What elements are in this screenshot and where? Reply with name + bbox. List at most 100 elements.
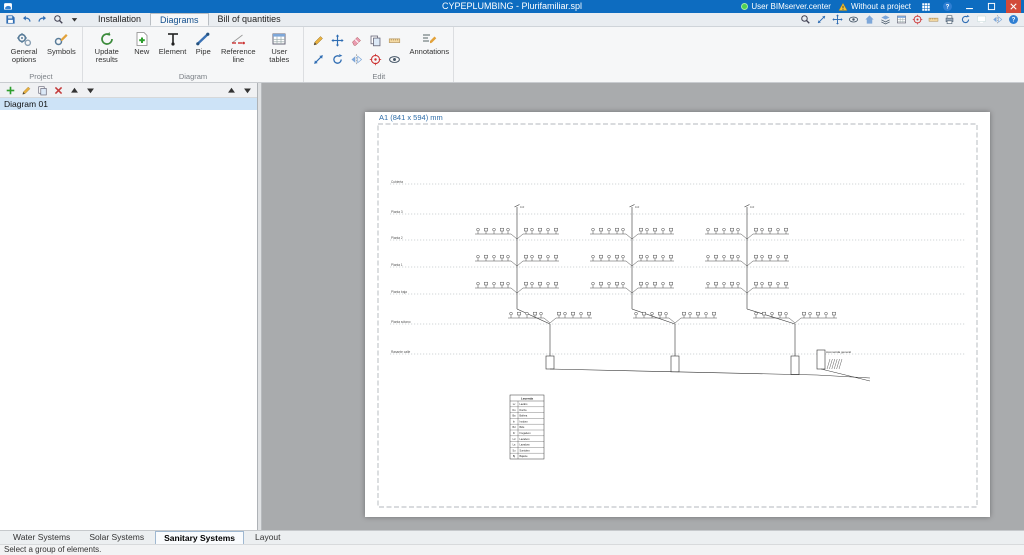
pan-icon [832,14,843,25]
svg-text:Acometida general: Acometida general [826,350,851,354]
svg-text:110: 110 [520,205,525,209]
stretch-tool-button[interactable] [310,51,327,68]
svg-text:Ducha: Ducha [520,409,528,412]
rotate-icon [331,53,344,66]
zoom-extents-button[interactable] [814,14,828,26]
project-warning-label: Without a project [851,2,911,11]
delete-diagram-button[interactable] [51,84,65,96]
project-warning-button[interactable]: Without a project [838,2,911,12]
reference-line-button[interactable]: Reference line [218,29,258,64]
delete-tool-button[interactable] [348,32,365,49]
monitor-icon [976,14,987,25]
zoom-button[interactable] [51,14,65,26]
zoom-tool-button[interactable] [798,14,812,26]
list-item-diagram-01[interactable]: Diagram 01 [0,98,257,110]
redo-icon [37,14,48,25]
undo-button[interactable] [19,14,33,26]
status-bar: Select a group of elements. [0,544,1024,555]
visibility-button[interactable] [846,14,860,26]
home-view-button[interactable] [862,14,876,26]
printer-icon [944,14,955,25]
move-tool-button[interactable] [329,32,346,49]
minimize-button[interactable] [962,0,977,13]
mirror-tool-button[interactable] [348,51,365,68]
add-diagram-button[interactable] [3,84,17,96]
move-up-button[interactable] [67,84,81,96]
grid-icon [896,14,907,25]
tab-layout[interactable]: Layout [247,531,289,544]
arrow-up-icon [226,85,237,96]
symbols-button[interactable]: Symbols [45,29,78,56]
gears-icon [16,31,32,47]
help-button[interactable] [940,0,955,13]
bimserver-user-button[interactable]: User BIMserver.center [741,2,831,11]
svg-text:Fregadero: Fregadero [520,432,532,435]
svg-text:Planta 1: Planta 1 [391,263,403,267]
measure-tool-button[interactable] [386,32,403,49]
ribbon-group-project: General options Symbols Project [0,27,83,82]
warning-icon [838,2,848,12]
move-down-button[interactable] [83,84,97,96]
new-diagram-button[interactable]: New [128,29,156,56]
print-button[interactable] [942,14,956,26]
mirror-view-button[interactable] [990,14,1004,26]
tab-installation[interactable]: Installation [89,13,150,26]
minimize-icon [964,1,975,12]
menu-row: Installation Diagrams Bill of quantities [0,13,1024,27]
svg-text:Bañera: Bañera [520,415,528,418]
zoom-extents-icon [816,14,827,25]
tab-solar-systems[interactable]: Solar Systems [81,531,152,544]
element-button[interactable]: Element [157,29,189,56]
undo-icon [21,14,32,25]
diagrams-panel-toolbar [0,83,257,98]
orbit-button[interactable] [958,14,972,26]
snap-button[interactable] [910,14,924,26]
annotations-button[interactable]: Annotations [409,29,449,56]
quick-access-toolbar [0,13,84,26]
edit-tool-button[interactable] [310,32,327,49]
collapse-up-button[interactable] [224,84,238,96]
help-topics-button[interactable] [1006,14,1020,26]
svg-text:Leyenda: Leyenda [521,396,534,400]
grid-button[interactable] [894,14,908,26]
apps-menu-button[interactable] [918,0,933,13]
save-button[interactable] [3,14,17,26]
measure-button[interactable] [926,14,940,26]
svg-text:Cubierta: Cubierta [391,180,403,184]
edit-diagram-button[interactable] [19,84,33,96]
snap-tool-button[interactable] [367,51,384,68]
copy-tool-button[interactable] [367,32,384,49]
zoom-icon [53,14,64,25]
redo-button[interactable] [35,14,49,26]
svg-text:Bajante: Bajante [520,455,529,458]
rotate-icon [960,14,971,25]
ribbon-tabs: Installation Diagrams Bill of quantities [89,13,290,26]
svg-text:Planta sótano: Planta sótano [391,320,411,324]
tab-bill-of-quantities[interactable]: Bill of quantities [209,13,290,26]
user-tables-button[interactable]: User tables [259,29,299,64]
user-online-icon [741,3,748,10]
table-icon [271,31,287,47]
toolbar-options-button[interactable] [67,14,81,26]
tab-sanitary-systems[interactable]: Sanitary Systems [155,531,244,544]
layers-button[interactable] [878,14,892,26]
general-options-button[interactable]: General options [4,29,44,64]
snap-target-icon [369,53,382,66]
pipe-button[interactable]: Pipe [189,29,217,56]
visibility-tool-button[interactable] [386,51,403,68]
copy-diagram-button[interactable] [35,84,49,96]
pan-button[interactable] [830,14,844,26]
collapse-down-button[interactable] [240,84,254,96]
drawing-canvas[interactable]: A1 (841 x 594) mm CubiertaPlanta 3Planta… [262,83,1024,530]
svg-text:Planta baja: Planta baja [391,290,407,294]
maximize-button[interactable] [984,0,999,13]
drawing-sheet: A1 (841 x 594) mm CubiertaPlanta 3Planta… [365,112,990,517]
screen-button[interactable] [974,14,988,26]
close-button[interactable] [1006,0,1021,13]
tab-water-systems[interactable]: Water Systems [5,531,78,544]
tab-diagrams[interactable]: Diagrams [150,13,209,26]
copy-icon [369,34,382,47]
update-results-button[interactable]: Update results [87,29,127,64]
apps-grid-icon [921,2,931,12]
rotate-tool-button[interactable] [329,51,346,68]
